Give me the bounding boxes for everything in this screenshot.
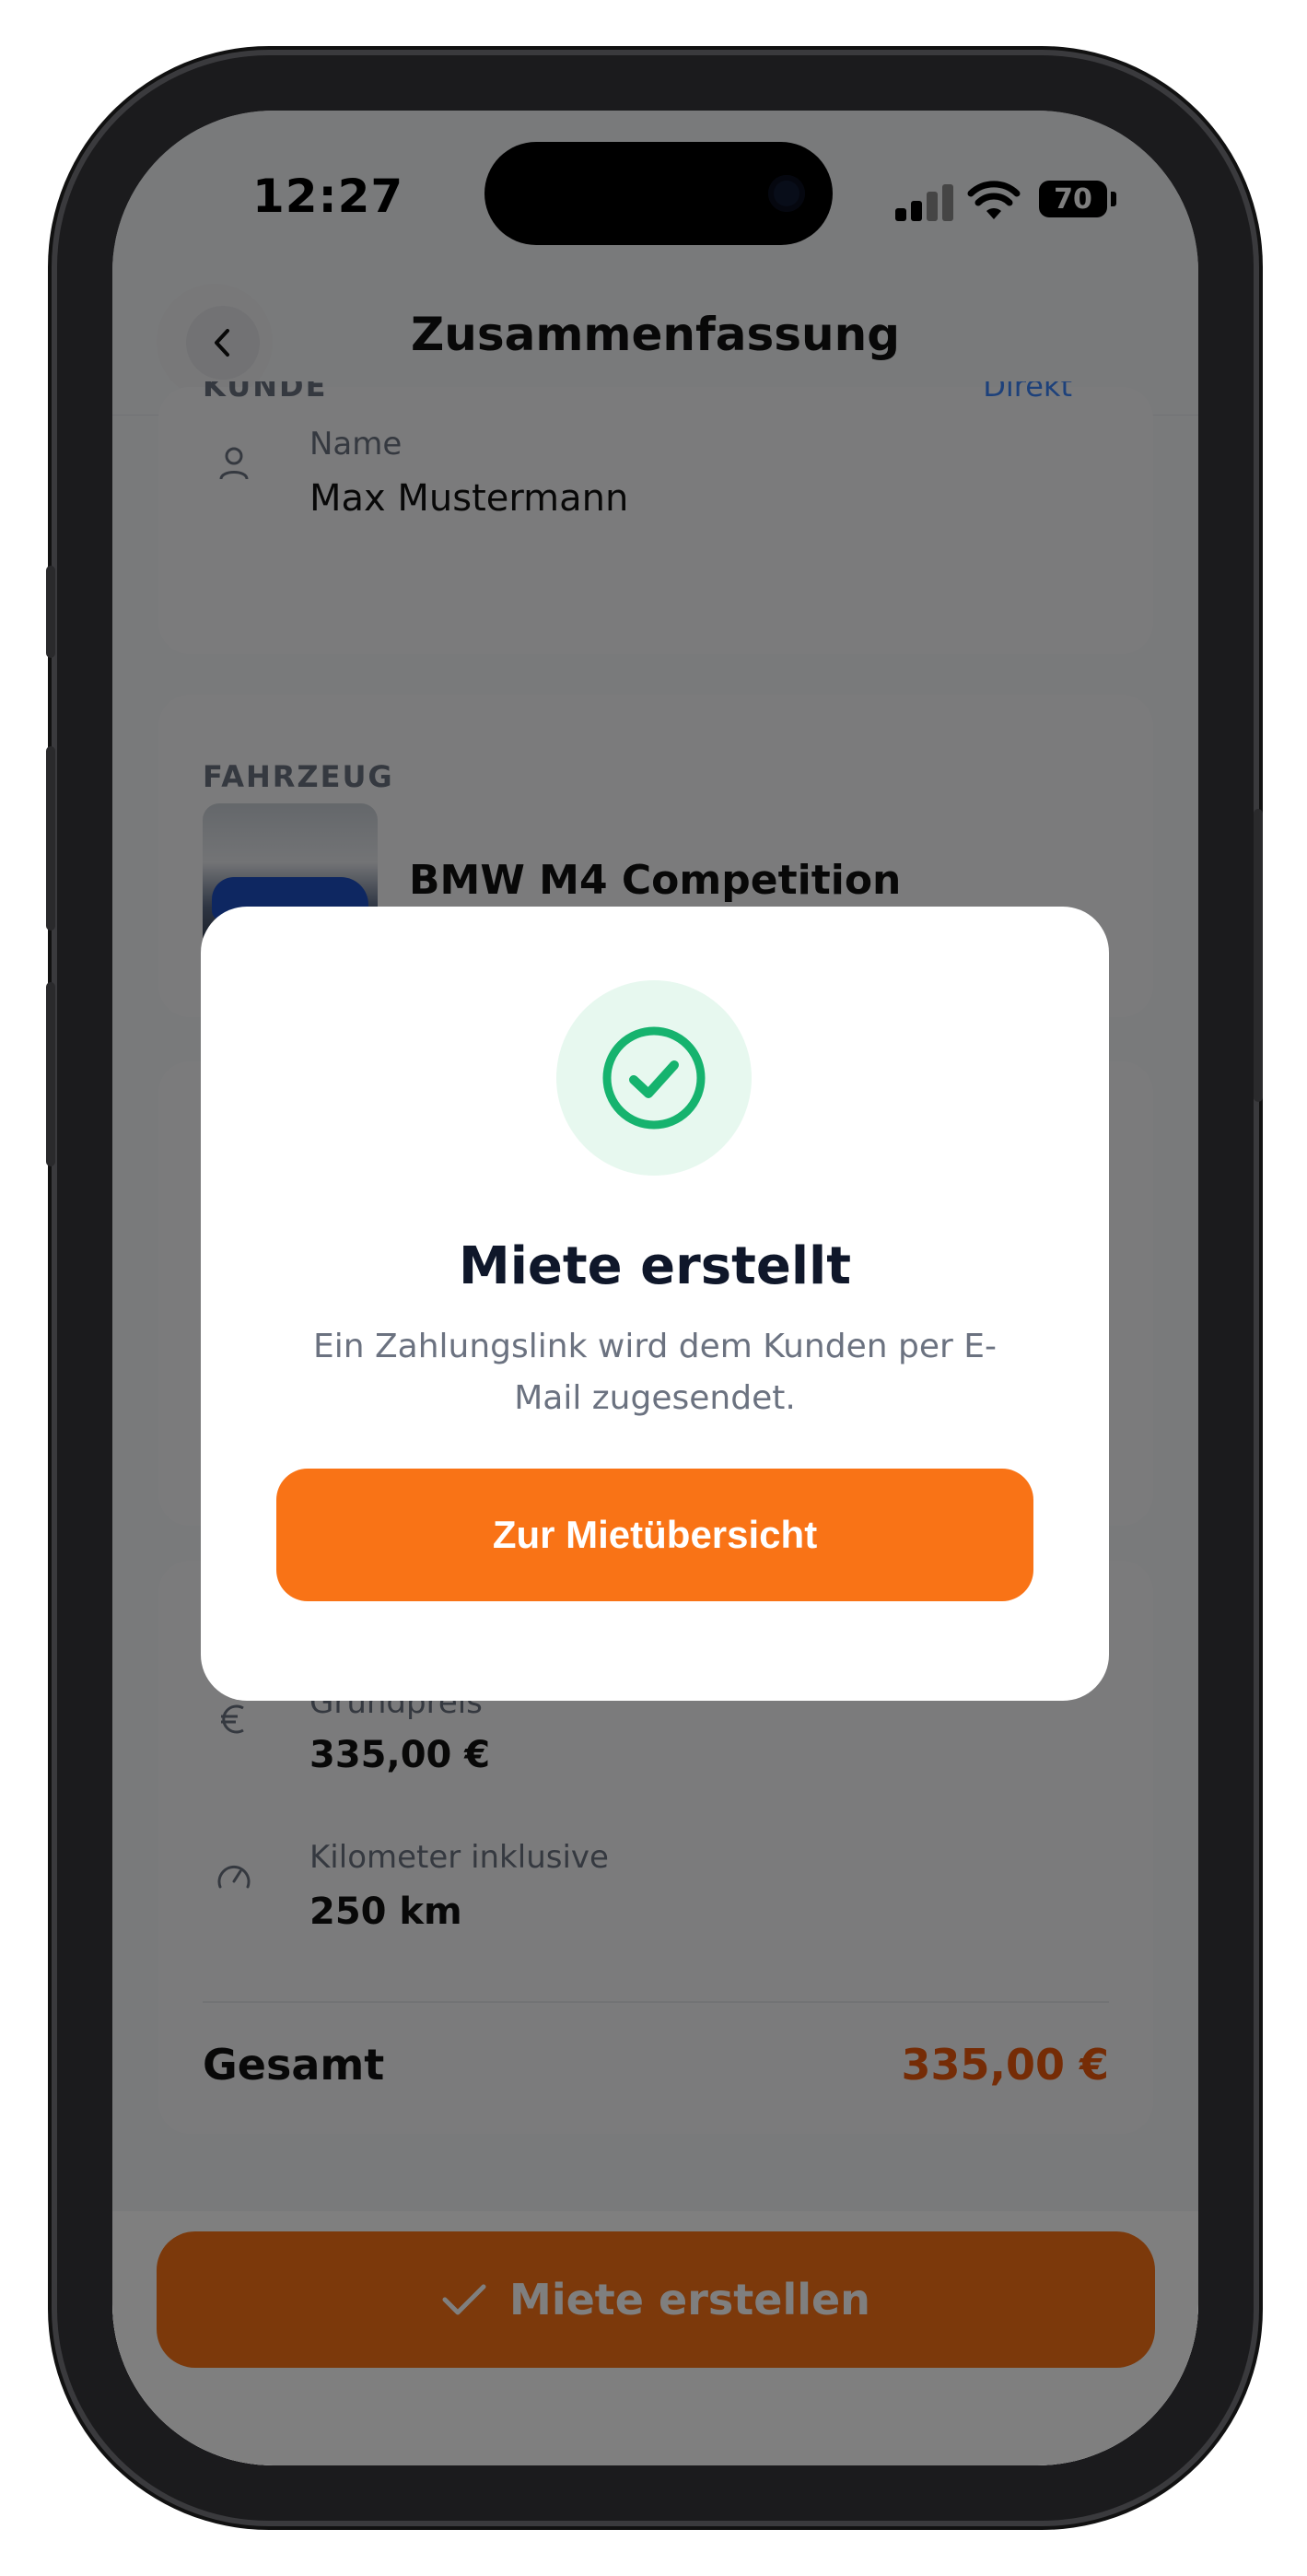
success-badge (556, 980, 752, 1176)
success-dialog: Miete erstellt Ein Zahlungslink wird dem… (201, 907, 1109, 1701)
app-screen: 12:27 70 Zusammenfassung KUNDE Direkt (112, 111, 1198, 2465)
check-circle-icon (602, 1026, 706, 1130)
volume-up-button (46, 746, 55, 931)
dialog-message: Ein Zahlungslink wird dem Kunden per E-M… (312, 1328, 997, 1417)
volume-down-button (46, 982, 55, 1166)
go-to-rentals-button[interactable]: Zur Mietübersicht (276, 1469, 1033, 1601)
action-button (46, 566, 55, 658)
power-button (1254, 809, 1263, 1102)
dialog-title: Miete erstellt (459, 1236, 851, 1296)
